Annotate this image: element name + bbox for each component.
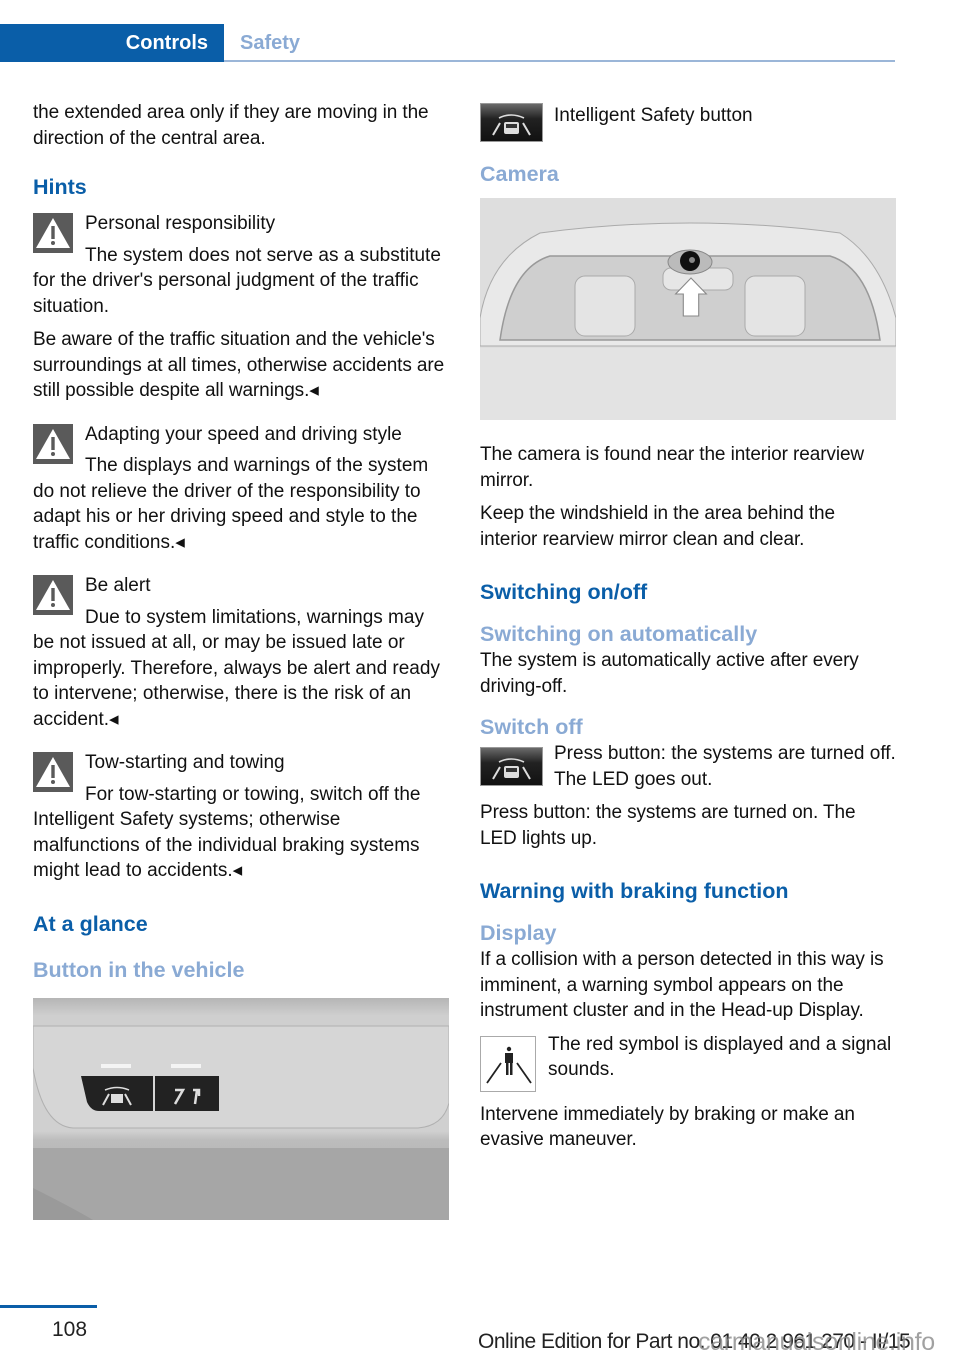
warning-text: Due to system limitations, warnings may … [33,606,440,730]
warning-text: For tow-starting or towing, switch off t… [33,783,421,882]
left-column: the extended area only if they are movin… [33,100,449,1220]
warning-triangle-icon [33,575,73,615]
tab-controls[interactable]: Controls [0,24,224,62]
watermark: carmanualsonline.info [698,1328,935,1356]
warning-tow-starting: Tow-starting and towing For tow-starting… [33,748,449,884]
page-header: Controls Safety [0,24,895,62]
display-heading: Display [480,921,557,945]
warning-adapting-speed: Adapting your speed and driving style Th… [33,420,449,556]
warning-triangle-icon [33,423,73,464]
switching-on-off-heading: Switching on/off [480,580,648,604]
red-symbol-text: The red symbol is displayed and a signal… [548,1033,892,1081]
switching-auto-text: The system is automatically active after… [480,650,859,697]
warning-title: Tow-starting and towing [85,752,285,773]
switch-on-text: Press button: the systems are turned on.… [480,802,856,849]
intelligent-safety-button[interactable] [81,1075,153,1111]
warning-title: Personal responsibility [85,213,276,234]
display-text: If a collision with a person detected in… [480,949,884,1021]
red-symbol-row: The red symbol is displayed and a signal… [480,1032,896,1092]
warning-extra-text: Be aware of the traffic situation and th… [33,329,445,401]
header-divider [224,60,895,62]
camera-keep-clear-text: Keep the windshield in the area behind t… [480,503,835,550]
camera-heading: Camera [480,162,559,186]
warning-braking-heading: Warning with braking function [480,879,789,903]
hints-heading: Hints [33,175,87,199]
switch-off-heading: Switch off [480,715,583,739]
lane-departure-button[interactable] [155,1075,219,1111]
button-in-vehicle-heading: Button in the vehicle [33,957,245,982]
button-legend: Intelligent Safety button [480,101,896,142]
warning-title: Adapting your speed and driving style [85,423,402,445]
camera-image [480,198,896,420]
warning-text: The system does not serve as a substitut… [33,244,441,317]
footer-divider [0,1305,97,1308]
intro-text: the extended area only if they are movin… [33,102,429,149]
warning-triangle-icon [33,752,73,792]
warning-personal-responsibility: Personal responsibility The system does … [33,209,449,319]
switching-on-automatically-heading: Switching on automatically [480,622,758,646]
warning-be-alert: Be alert Due to system limitations, warn… [33,571,449,732]
tab-safety[interactable]: Safety [240,24,300,62]
intervene-text: Intervene immediately by braking or make… [480,1103,855,1151]
pedestrian-warning-icon [480,1035,536,1092]
switch-off-text: Press button: the systems are turned off… [554,743,896,790]
warning-title: Be alert [85,575,151,596]
intelligent-safety-button-icon [480,103,543,142]
warning-triangle-icon [33,213,73,253]
switch-off-row: Press button: the systems are turned off… [480,741,896,792]
right-column: Intelligent Safety button Camera The cam… [480,100,896,1161]
page-number: 108 [52,1318,88,1341]
intelligent-safety-button-icon [480,747,543,786]
button-console-image [33,997,449,1220]
button-caption: Intelligent Safety button [554,105,753,126]
at-a-glance-heading: At a glance [33,911,148,936]
camera-location-text: The camera is found near the interior re… [480,444,865,491]
warning-text: The displays and warnings of the system … [33,455,429,553]
